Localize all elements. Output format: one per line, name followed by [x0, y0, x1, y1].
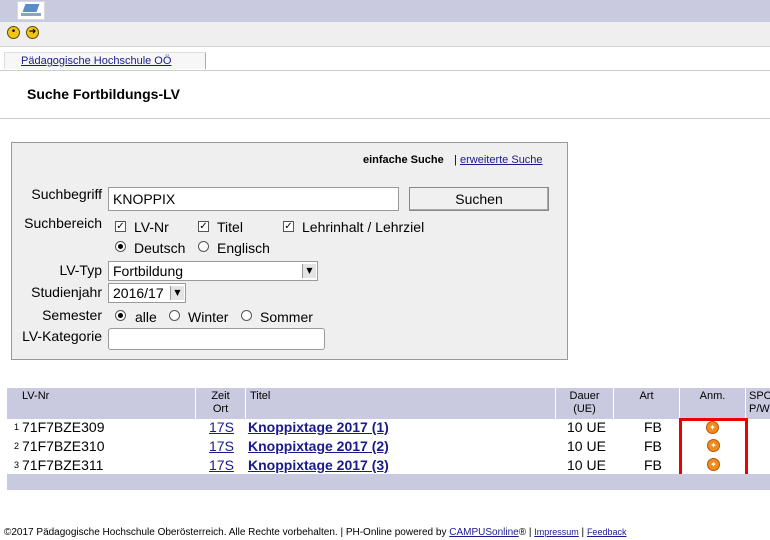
suchbereich-label: Suchbereich	[24, 215, 102, 231]
row-zeit-link[interactable]: 17S	[209, 456, 234, 475]
mode-advanced-link[interactable]: erweiterte Suche	[460, 154, 543, 166]
radio-semester-sommer[interactable]	[241, 310, 252, 321]
row-dauer: 10 UE	[567, 457, 606, 473]
campusonline-link[interactable]: CAMPUSonline	[449, 527, 518, 538]
checkbox-titel-label: Titel	[217, 219, 243, 235]
col-zeit: Zeit	[211, 390, 230, 402]
page-footer: ©2017 Pädagogische Hochschule Oberösterr…	[0, 525, 770, 540]
radio-semester-alle-label: alle	[135, 309, 157, 325]
logo-mark	[22, 4, 40, 12]
col-art: Art	[639, 390, 654, 402]
col-dauer-unit: (UE)	[573, 403, 596, 415]
suchbegriff-label: Suchbegriff	[31, 186, 102, 202]
table-row: 3 71F7BZE311 17S Knoppixtage 2017 (3) 10…	[7, 456, 770, 475]
studienjahr-select[interactable]: 2016/17 ▼	[108, 283, 186, 303]
circle-dot-icon[interactable]: •	[7, 26, 20, 39]
footer-copyright: ©2017 Pädagogische Hochschule Oberösterr…	[4, 527, 447, 538]
tab-strip: Pädagogische Hochschule OÖ	[0, 52, 770, 71]
checkbox-lvnr-label: LV-Nr	[134, 219, 169, 235]
kategorie-label: LV-Kategorie	[22, 328, 102, 344]
radio-semester-alle[interactable]	[115, 310, 126, 321]
row-lvnr: 71F7BZE311	[22, 457, 104, 473]
col-spo: SPO	[749, 390, 770, 402]
lvtyp-label: LV-Typ	[59, 262, 102, 278]
highlight-box	[679, 418, 748, 478]
radio-deutsch[interactable]	[115, 241, 126, 252]
radio-englisch-label: Englisch	[217, 240, 270, 256]
suchbegriff-input[interactable]: KNOPPIX	[108, 187, 399, 211]
row-zeit-link[interactable]: 17S	[209, 418, 234, 437]
checkbox-lehrinhalt[interactable]: ✓	[283, 221, 294, 232]
mode-separator: |	[454, 154, 457, 166]
table-row: 2 71F7BZE310 17S Knoppixtage 2017 (2) 10…	[7, 437, 770, 456]
footer-reg: ® |	[518, 527, 532, 538]
checkbox-lvnr[interactable]: ✓	[115, 221, 126, 232]
row-number: 3	[14, 460, 20, 470]
row-titel-link[interactable]: Knoppixtage 2017 (2)	[248, 437, 389, 456]
table-row: 1 71F7BZE309 17S Knoppixtage 2017 (1) 10…	[7, 418, 770, 437]
logo-text-bar	[21, 13, 41, 16]
col-ort: Ort	[212, 403, 229, 415]
arrow-right-icon[interactable]: ➜	[26, 26, 39, 39]
row-art: FB	[644, 457, 662, 473]
mode-simple: einfache Suche	[363, 154, 444, 166]
row-zeit-link[interactable]: 17S	[209, 437, 234, 456]
row-titel-link[interactable]: Knoppixtage 2017 (3)	[248, 456, 389, 475]
radio-semester-winter[interactable]	[169, 310, 180, 321]
top-bar	[0, 0, 770, 22]
lvtyp-value: Fortbildung	[113, 263, 184, 279]
results-table-footer	[7, 474, 770, 490]
toolbar: • ➜	[0, 22, 770, 47]
feedback-link[interactable]: Feedback	[587, 527, 627, 537]
checkbox-titel[interactable]: ✓	[198, 221, 209, 232]
search-form: einfache Suche | erweiterte Suche Suchbe…	[11, 142, 568, 360]
results-table-header: LV-Nr Zeit Ort Titel Dauer (UE) Art Anm.…	[7, 388, 770, 419]
col-dauer: Dauer	[569, 390, 600, 402]
semester-label: Semester	[42, 307, 102, 323]
impressum-link[interactable]: Impressum	[534, 527, 579, 537]
radio-semester-sommer-label: Sommer	[260, 309, 313, 325]
row-art: FB	[644, 419, 662, 435]
suchen-button[interactable]: Suchen	[409, 187, 549, 211]
chevron-down-icon: ▼	[170, 286, 184, 300]
studienjahr-value: 2016/17	[113, 285, 164, 301]
col-anm: Anm.	[699, 390, 726, 402]
row-lvnr: 71F7BZE310	[22, 438, 105, 454]
radio-englisch[interactable]	[198, 241, 209, 252]
tab-ph-ooe[interactable]: Pädagogische Hochschule OÖ	[4, 52, 206, 69]
row-lvnr: 71F7BZE309	[22, 419, 105, 435]
col-spo-pw: P/W	[749, 403, 770, 415]
kategorie-input[interactable]	[108, 328, 325, 350]
col-lvnr: LV-Nr	[22, 390, 50, 402]
row-titel-link[interactable]: Knoppixtage 2017 (1)	[248, 418, 389, 437]
col-divider	[245, 388, 246, 419]
radio-semester-winter-label: Winter	[188, 309, 229, 325]
lvtyp-select[interactable]: Fortbildung ▼	[108, 261, 318, 281]
page-title-bar: Suche Fortbildungs-LV	[0, 70, 770, 119]
studienjahr-label: Studienjahr	[31, 284, 102, 300]
row-dauer: 10 UE	[567, 438, 606, 454]
row-dauer: 10 UE	[567, 419, 606, 435]
checkbox-lehrinhalt-label: Lehrinhalt / Lehrziel	[302, 219, 425, 235]
row-number: 1	[14, 422, 20, 432]
col-divider	[745, 388, 746, 419]
row-number: 2	[14, 441, 20, 451]
ph-logo[interactable]	[17, 1, 45, 20]
radio-deutsch-label: Deutsch	[134, 240, 186, 256]
row-art: FB	[644, 438, 662, 454]
footer-separator: |	[581, 527, 585, 538]
col-titel: Titel	[250, 390, 271, 402]
page-title: Suche Fortbildungs-LV	[27, 86, 180, 102]
chevron-down-icon: ▼	[302, 264, 316, 278]
